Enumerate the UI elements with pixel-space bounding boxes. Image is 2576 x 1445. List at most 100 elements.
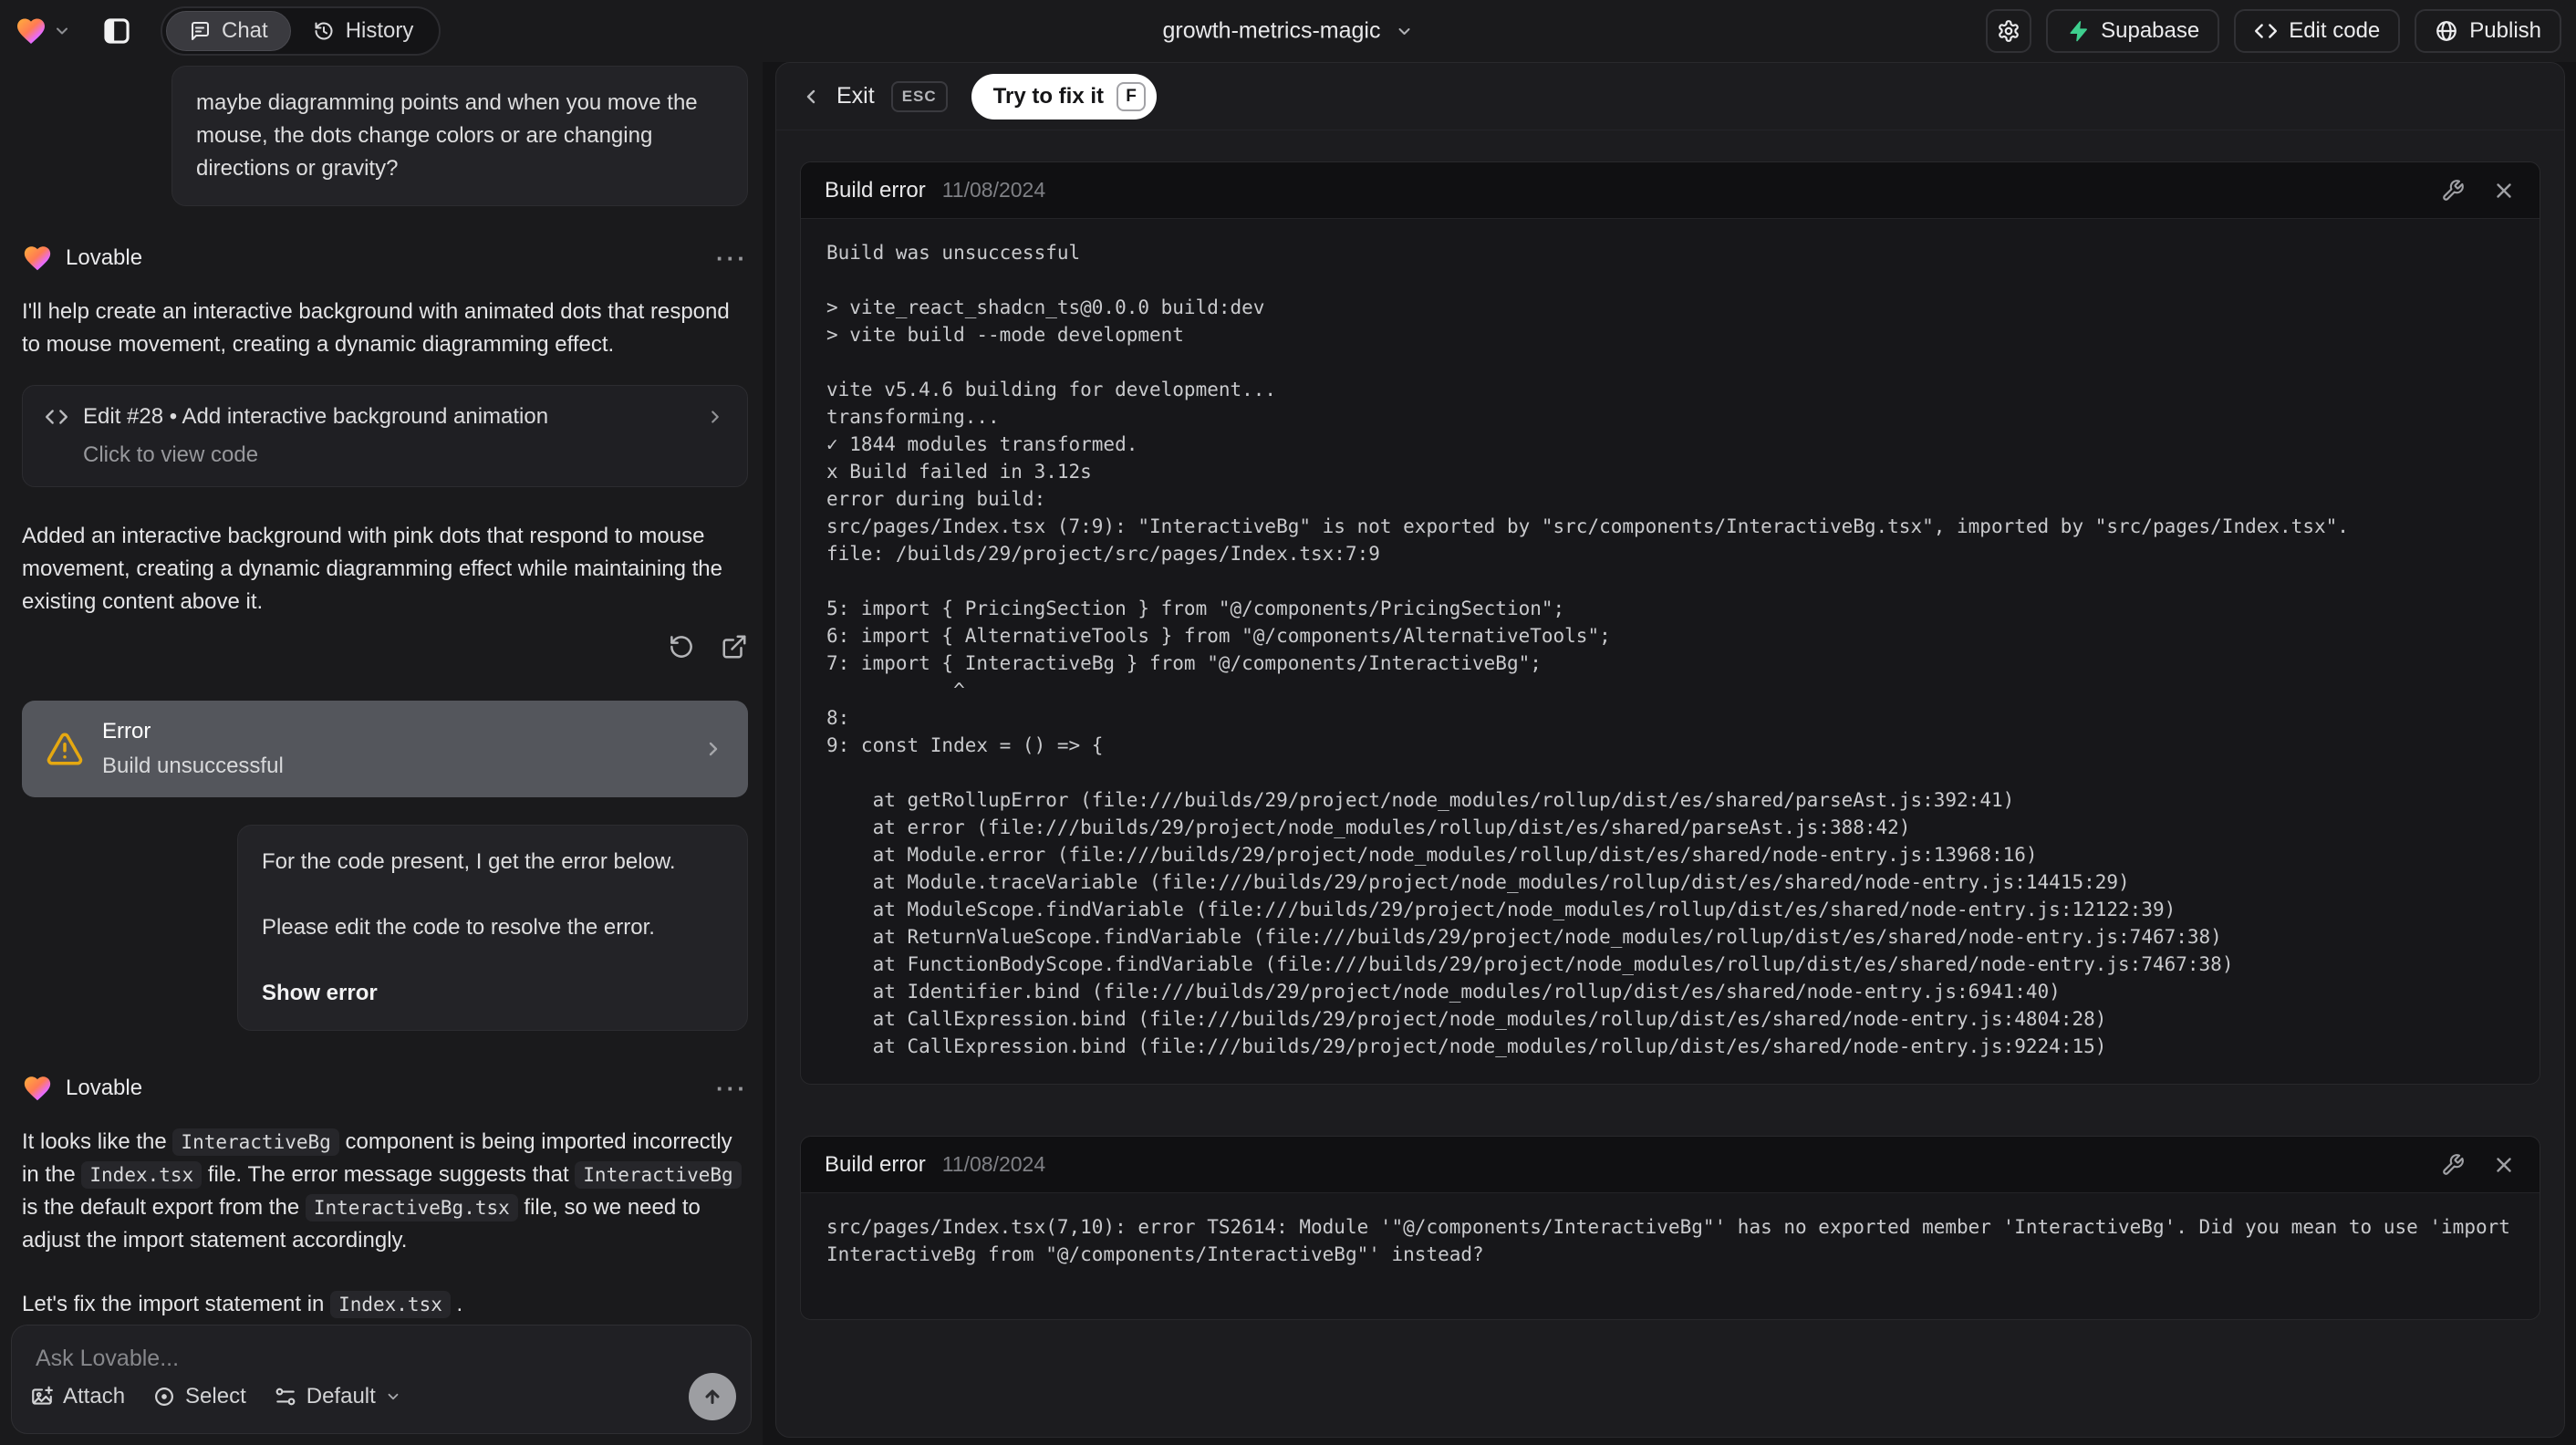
tab-chat[interactable]: Chat [166, 11, 291, 51]
code-icon [2254, 19, 2278, 43]
chevron-down-icon [53, 22, 71, 40]
assistant-message-header: Lovable ··· [22, 1073, 748, 1104]
sliders-icon [274, 1385, 297, 1409]
heart-logo [15, 15, 47, 47]
build-error-title: Build error [825, 1151, 926, 1177]
try-to-fix-button[interactable]: Try to fix it F [971, 73, 1158, 120]
error-chip-title: Error [102, 719, 151, 743]
topbar-left: Chat History [15, 6, 441, 56]
chevron-right-icon [705, 407, 725, 427]
gear-icon [1997, 19, 2020, 43]
top-bar: Chat History growth-metrics-magic Supaba… [0, 0, 2576, 62]
build-error-date: 11/08/2024 [941, 1152, 1046, 1176]
sidebar-toggle-button[interactable] [93, 7, 140, 55]
build-error-log[interactable]: Build was unsuccessful > vite_react_shad… [801, 219, 2540, 1084]
build-error-panel: Build error 11/08/2024 src/pages/Index.t… [800, 1136, 2540, 1320]
supabase-icon [2066, 19, 2090, 43]
chat-input[interactable]: Ask Lovable... Attach Select Default [11, 1325, 752, 1434]
exit-button[interactable]: Exit [836, 83, 875, 109]
send-arrow-icon [701, 1385, 724, 1409]
chevron-left-icon [800, 86, 822, 108]
assistant-paragraph: Let's fix the import statement in Index.… [22, 1291, 463, 1318]
edit-card-subtitle: Click to view code [83, 442, 259, 467]
project-name: growth-metrics-magic [1162, 17, 1381, 44]
close-icon[interactable] [2492, 1153, 2516, 1177]
user-message-text: maybe diagramming points and when you mo… [196, 90, 698, 181]
tab-chat-label: Chat [222, 18, 268, 43]
heart-logo [22, 1073, 53, 1104]
error-overlay-panel: Exit ESC Try to fix it F Build error 11/… [775, 62, 2565, 1438]
attach-image-icon [30, 1385, 54, 1409]
wrench-icon[interactable] [2441, 1153, 2465, 1177]
message-actions [22, 633, 748, 660]
user-message: maybe diagramming points and when you mo… [171, 66, 748, 206]
edit-code-button-label: Edit code [2289, 18, 2381, 43]
build-error-header: Build error 11/08/2024 [801, 1137, 2540, 1193]
publish-button-label: Publish [2469, 18, 2541, 43]
topbar-right: Supabase Edit code Publish [1986, 9, 2561, 53]
globe-icon [2435, 19, 2458, 43]
wrench-icon[interactable] [2441, 179, 2465, 203]
close-icon[interactable] [2492, 179, 2516, 203]
chat-bubble-icon [189, 20, 211, 42]
build-error-header: Build error 11/08/2024 [801, 162, 2540, 219]
edit-card-title: Edit #28 • Add interactive background an… [83, 404, 549, 429]
error-chip-subtitle: Build unsuccessful [102, 754, 284, 778]
supabase-button-label: Supabase [2101, 18, 2200, 43]
chevron-down-icon [385, 1388, 401, 1405]
assistant-paragraph: It looks like the InteractiveBg componen… [22, 1126, 748, 1257]
publish-button[interactable]: Publish [2415, 9, 2561, 53]
mode-dropdown-label: Default [306, 1384, 376, 1409]
select-button[interactable]: Select [152, 1384, 246, 1409]
settings-button[interactable] [1986, 9, 2032, 53]
attach-button[interactable]: Attach [30, 1384, 125, 1409]
project-switcher[interactable]: growth-metrics-magic [1163, 18, 1414, 45]
select-target-icon [152, 1385, 176, 1409]
panel-toggle-icon [101, 16, 132, 47]
chat-input-toolbar: Attach Select Default [30, 1373, 736, 1420]
build-error-log[interactable]: src/pages/Index.tsx(7,10): error TS2614:… [801, 1193, 2540, 1319]
chevron-down-icon [1395, 22, 1413, 40]
user-message-text: For the code present, I get the error be… [262, 849, 676, 874]
mode-dropdown[interactable]: Default [274, 1384, 401, 1409]
main-content: maybe diagramming points and when you mo… [0, 62, 2576, 1445]
edit-code-button[interactable]: Edit code [2234, 9, 2401, 53]
chat-panel: maybe diagramming points and when you mo… [0, 62, 763, 1445]
esc-key-badge: ESC [890, 80, 948, 112]
try-to-fix-label: Try to fix it [992, 83, 1105, 109]
message-menu-button[interactable]: ··· [716, 1075, 748, 1103]
assistant-paragraph: Added an interactive background with pin… [22, 524, 722, 614]
build-error-title: Build error [825, 177, 926, 203]
f-key-badge: F [1117, 81, 1147, 111]
message-menu-button[interactable]: ··· [716, 244, 748, 273]
heart-logo [22, 243, 53, 274]
lovable-logo-menu[interactable] [15, 15, 71, 47]
build-error-log-text: Build was unsuccessful > vite_react_shad… [826, 242, 2349, 1057]
attach-button-label: Attach [63, 1384, 126, 1409]
overlay-header: Exit ESC Try to fix it F [776, 63, 2564, 130]
tab-history[interactable]: History [291, 11, 436, 51]
supabase-button[interactable]: Supabase [2046, 9, 2220, 53]
edit-card[interactable]: Edit #28 • Add interactive background an… [22, 385, 748, 487]
select-button-label: Select [185, 1384, 246, 1409]
build-error-chip[interactable]: Error Build unsuccessful [22, 701, 748, 797]
send-button[interactable] [689, 1373, 736, 1420]
assistant-name: Lovable [66, 1076, 143, 1100]
build-error-log-text: src/pages/Index.tsx(7,10): error TS2614:… [826, 1216, 2522, 1265]
assistant-message-header: Lovable ··· [22, 243, 748, 274]
chat-message-list[interactable]: maybe diagramming points and when you mo… [0, 62, 763, 1325]
assistant-name: Lovable [66, 245, 143, 270]
user-message-text: Please edit the code to resolve the erro… [262, 915, 655, 940]
chat-input-placeholder: Ask Lovable... [36, 1346, 180, 1371]
chevron-right-icon [702, 738, 724, 760]
assistant-paragraph: I'll help create an interactive backgrou… [22, 299, 730, 357]
open-in-new-icon[interactable] [721, 633, 748, 660]
build-error-date: 11/08/2024 [941, 178, 1046, 202]
show-error-link[interactable]: Show error [262, 977, 723, 1010]
build-error-panel: Build error 11/08/2024 Build was unsucce… [800, 161, 2540, 1085]
history-icon [313, 20, 335, 42]
app-root: Chat History growth-metrics-magic Supaba… [0, 0, 2576, 1445]
chat-history-switch: Chat History [161, 6, 441, 56]
warning-icon [46, 730, 84, 768]
refresh-icon[interactable] [668, 633, 695, 660]
